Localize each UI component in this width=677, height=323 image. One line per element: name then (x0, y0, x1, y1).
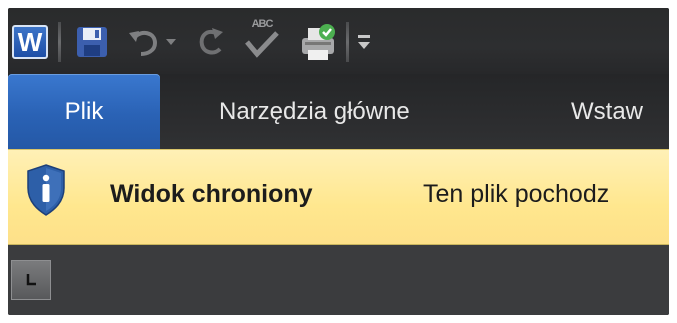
tab-insert[interactable]: Wstaw (571, 74, 643, 149)
spelling-icon-label: ABC (251, 18, 274, 30)
toolbar-separator (58, 22, 61, 62)
tab-file-label: Plik (64, 97, 104, 125)
tab-insert-label: Wstaw (571, 97, 643, 125)
print-preview-icon[interactable] (296, 21, 340, 65)
undo-dropdown-chevron-down-icon[interactable] (164, 36, 178, 48)
protected-view-title: Widok chroniony (110, 180, 313, 208)
ruler-area (8, 245, 669, 315)
word-logo-icon[interactable]: W (12, 25, 48, 59)
info-shield-icon (26, 164, 66, 216)
word-window: W ABC Plik Narzędzia główne Wstaw Widok … (8, 8, 669, 315)
tab-home-label: Narzędzia główne (219, 97, 410, 125)
left-tab-icon (26, 274, 36, 286)
customize-toolbar-chevron-down-icon[interactable] (354, 30, 374, 54)
undo-icon[interactable] (126, 26, 162, 58)
redo-icon[interactable] (194, 26, 230, 58)
tab-file[interactable]: Plik (8, 74, 160, 149)
tab-home[interactable]: Narzędzia główne (219, 74, 410, 149)
ribbon-tabs: Plik Narzędzia główne Wstaw (8, 74, 669, 149)
spelling-check-icon[interactable]: ABC (242, 16, 282, 62)
quick-access-toolbar: W ABC (8, 8, 669, 74)
protected-view-message: Ten plik pochodz (423, 180, 610, 208)
toolbar-separator (346, 22, 349, 62)
save-icon[interactable] (74, 24, 110, 60)
protected-view-bar: Widok chroniony Ten plik pochodz (8, 149, 669, 245)
tab-stop-selector-button[interactable] (11, 260, 51, 300)
